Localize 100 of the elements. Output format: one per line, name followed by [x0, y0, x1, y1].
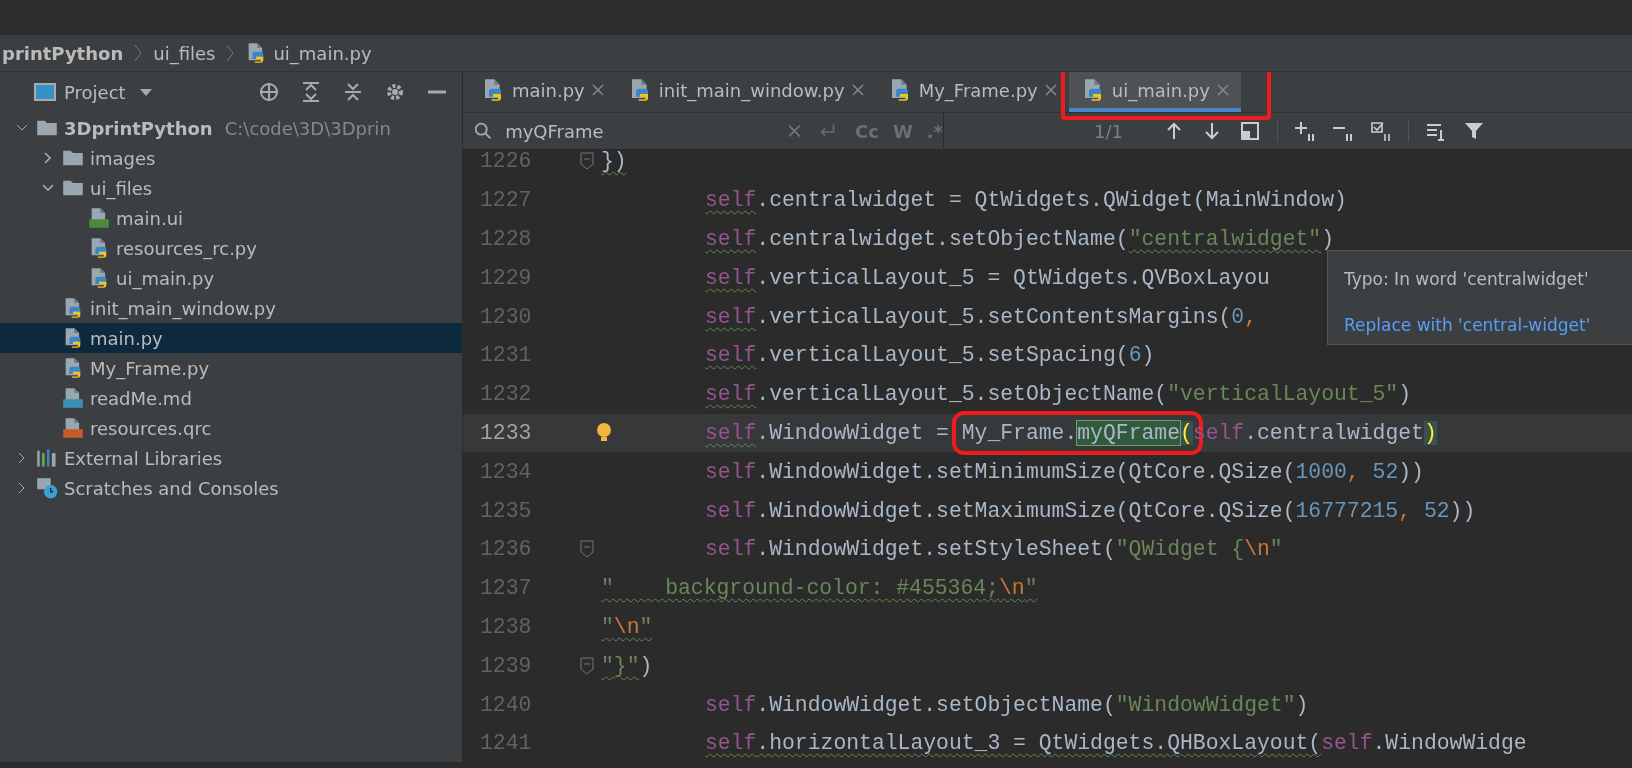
- code-token: self: [705, 265, 757, 290]
- code-token: .WindowWidget.setMinimumSize(QtCore.QSize(: [756, 459, 1296, 484]
- breadcrumb-item[interactable]: ui_files: [153, 42, 216, 64]
- replace-link[interactable]: Replace with 'central-widget': [1344, 315, 1630, 335]
- line-number: 1235: [479, 498, 533, 523]
- fold-marker-icon[interactable]: [580, 656, 594, 675]
- code-token: .horizontalLayout_3 = QtWidgets.QHBoxLayout(: [756, 731, 1322, 756]
- filter-icon[interactable]: [1462, 120, 1485, 142]
- line-number: 1229: [479, 265, 533, 290]
- breadcrumb-item[interactable]: printPython: [2, 42, 124, 64]
- editor-tab[interactable]: My_Frame.py: [875, 72, 1069, 112]
- code-file-icon: [62, 417, 84, 439]
- select-all-occurrences-icon[interactable]: [1369, 120, 1392, 142]
- breadcrumb-separator-icon: [225, 43, 236, 63]
- line-number: 1238: [479, 614, 533, 639]
- code-token: 0: [1231, 304, 1245, 329]
- breadcrumb-separator-icon: [133, 43, 144, 63]
- code-token: "QWidget {: [1115, 537, 1245, 562]
- lightbulb-icon[interactable]: [594, 421, 614, 444]
- code-token: \n: [998, 576, 1025, 601]
- line-number: 1240: [479, 692, 533, 717]
- code-token: )): [1398, 459, 1424, 484]
- code-token: self: [705, 731, 757, 756]
- code-token: self: [705, 382, 757, 407]
- tooltip-text: Typo: In word 'centralwidget': [1344, 269, 1590, 289]
- line-number: 1231: [479, 343, 533, 368]
- tree-item[interactable]: resources_rc.py: [0, 233, 462, 263]
- clear-icon[interactable]: [788, 124, 801, 138]
- code-token: 52: [1423, 498, 1450, 523]
- editor-tab[interactable]: main.py: [469, 72, 616, 112]
- close-icon[interactable]: [851, 84, 864, 96]
- code-token: 16777215: [1295, 498, 1399, 523]
- tree-item[interactable]: ui_files: [0, 173, 462, 203]
- code-token: self: [705, 537, 757, 562]
- fold-marker-icon[interactable]: [580, 540, 594, 559]
- tree-item[interactable]: images: [0, 143, 462, 173]
- line-number: 1227: [479, 188, 533, 213]
- code-token: ": [1269, 537, 1283, 562]
- select-icon[interactable]: [1238, 120, 1261, 142]
- code-token: ): [1398, 382, 1412, 407]
- line-number: 1236: [479, 537, 533, 562]
- code-token: self: [705, 692, 757, 717]
- code-token: \n: [613, 614, 640, 639]
- collapse-all-icon[interactable]: [342, 81, 364, 103]
- close-icon[interactable]: [1044, 84, 1057, 96]
- line-number: 1239: [479, 653, 533, 678]
- editor-tab[interactable]: init_main_window.py: [615, 72, 876, 112]
- tree-item[interactable]: readMe.md: [0, 383, 462, 413]
- code-token: ): [1141, 343, 1155, 368]
- code-token: self: [705, 304, 757, 329]
- code-token: ): [1321, 227, 1335, 251]
- code-token: .verticalLayout_5.setObjectName(: [756, 382, 1168, 407]
- code-token: .centralwidget = QtWidgets.QWidget(MainWindow): [756, 188, 1347, 213]
- tree-item[interactable]: main.py: [0, 323, 462, 353]
- code-token: myQFrame: [1077, 420, 1180, 445]
- code-token: self: [705, 459, 757, 484]
- editor-tab[interactable]: ui_main.py: [1068, 72, 1241, 112]
- code-token: .WindowWidge: [1372, 731, 1527, 756]
- tree-item[interactable]: init_main_window.py: [0, 293, 462, 323]
- code-token: "WindowWidget": [1115, 692, 1296, 717]
- fold-marker-icon[interactable]: [580, 152, 594, 171]
- line-number: 1234: [479, 459, 533, 484]
- code-token: self: [1321, 731, 1373, 756]
- path-text: C:\code\3D\3Dprin: [224, 117, 391, 139]
- code-token: ): [1423, 420, 1437, 445]
- window-icon: [34, 81, 56, 103]
- tree-item[interactable]: Scratches and Consoles: [0, 473, 462, 503]
- code-token: .verticalLayout_5 = QtWidgets.QVBoxLayou: [756, 265, 1270, 290]
- code-token: ": [601, 614, 614, 639]
- code-token: .centralwidget: [1244, 420, 1424, 445]
- tree-item[interactable]: External Libraries: [0, 443, 462, 473]
- code-token: ,: [1244, 304, 1257, 329]
- panel-title[interactable]: Project: [64, 81, 126, 103]
- code-token: .WindowWidget =: [756, 420, 950, 445]
- code-token: ,: [1346, 459, 1361, 484]
- code-token: )): [1449, 498, 1476, 523]
- search-icon: [473, 120, 494, 142]
- tree-item[interactable]: ui_main.py: [0, 263, 462, 293]
- code-token: self: [705, 188, 757, 213]
- tree-item[interactable]: 3DprintPython C:\code\3D\3Dprin: [0, 113, 462, 143]
- code-token: self: [705, 420, 757, 445]
- tree-item[interactable]: main.ui: [0, 203, 462, 233]
- settings-icon[interactable]: [384, 81, 406, 103]
- code-token: }): [601, 150, 627, 174]
- crosshair-icon[interactable]: [258, 81, 280, 103]
- code-token: My_Frame.: [961, 420, 1078, 445]
- add-occurrence-icon[interactable]: [1293, 120, 1316, 142]
- tree-item[interactable]: resources.qrc: [0, 413, 462, 443]
- code-token: \n: [1244, 537, 1270, 562]
- code-token: .WindowWidget.setMaximumSize(QtCore.QSize(: [756, 498, 1296, 523]
- code-token: "}": [601, 653, 640, 678]
- code-token: ": [1024, 576, 1038, 601]
- code-token: " background-color: #455364;: [601, 576, 999, 601]
- expand-all-icon[interactable]: [300, 81, 322, 103]
- markdown-file-icon: [62, 387, 84, 409]
- tree-item[interactable]: My_Frame.py: [0, 353, 462, 383]
- line-number: 1241: [479, 731, 533, 756]
- code-token: self: [705, 498, 757, 523]
- breadcrumb-item[interactable]: ui_main.py: [245, 42, 372, 64]
- close-icon[interactable]: [591, 84, 604, 96]
